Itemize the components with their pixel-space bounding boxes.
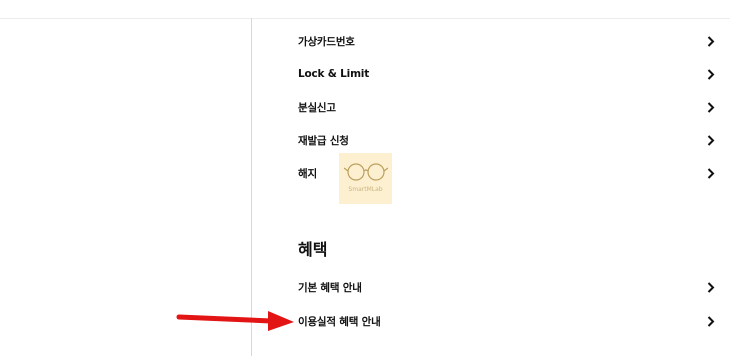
chevron-right-icon (704, 166, 718, 180)
menu-item-reissue[interactable]: 재발급 신청 (298, 127, 718, 153)
red-arrow-annotation (176, 311, 294, 331)
chevron-right-icon (704, 34, 718, 48)
chevron-right-icon (704, 67, 718, 81)
chevron-right-icon (704, 133, 718, 147)
menu-item-basic-benefits[interactable]: 기본 혜택 안내 (298, 274, 718, 300)
top-bar (0, 0, 730, 19)
menu-item-lost-report[interactable]: 분실신고 (298, 94, 718, 120)
menu-item-lock-limit[interactable]: Lock & Limit (298, 61, 718, 87)
menu-item-label: 해지 (298, 167, 317, 180)
section-title-benefits: 혜택 (298, 240, 328, 259)
watermark-text: SmartMLab (348, 186, 383, 193)
watermark: SmartMLab (339, 153, 392, 204)
menu-item-label: 기본 혜택 안내 (298, 281, 362, 294)
menu-item-label: 재발급 신청 (298, 134, 349, 147)
chevron-right-icon (704, 280, 718, 294)
menu-item-usage-benefits[interactable]: 이용실적 혜택 안내 (298, 308, 718, 334)
glasses-icon (344, 163, 388, 181)
menu-item-label: Lock & Limit (298, 68, 370, 80)
menu-item-virtual-card-number[interactable]: 가상카드번호 (298, 28, 718, 54)
menu-item-label: 가상카드번호 (298, 35, 355, 48)
chevron-right-icon (704, 314, 718, 328)
menu-item-label: 이용실적 혜택 안내 (298, 315, 381, 328)
chevron-right-icon (704, 100, 718, 114)
menu-item-label: 분실신고 (298, 101, 336, 114)
